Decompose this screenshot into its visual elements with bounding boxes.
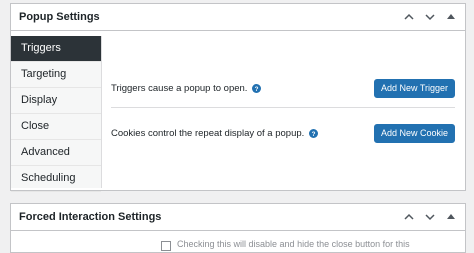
chevron-down-icon[interactable] [424,11,436,23]
tab-close[interactable]: Close [11,114,101,140]
forced-interaction-header[interactable]: Forced Interaction Settings [11,204,465,231]
help-icon[interactable]: ? [309,128,319,138]
popup-settings-header[interactable]: Popup Settings [11,4,465,31]
tab-display[interactable]: Display [11,88,101,114]
add-new-trigger-button[interactable]: Add New Trigger [373,78,455,98]
disable-close-checkbox[interactable] [161,241,171,251]
disable-close-label: Checking this will disable and hide the … [177,239,410,249]
add-new-cookie-button[interactable]: Add New Cookie [373,123,455,143]
tab-targeting[interactable]: Targeting [11,62,101,88]
chevron-down-icon[interactable] [424,211,436,223]
divider [111,107,455,108]
cookies-text: Cookies control the repeat display of a … [111,127,305,139]
tab-content: Triggers cause a popup to open. ? Add Ne… [111,36,465,191]
forced-interaction-panel: Forced Interaction Settings Checking thi… [10,203,466,253]
chevron-up-icon[interactable] [403,11,415,23]
svg-text:?: ? [255,86,259,93]
settings-tabs: Triggers Targeting Display Close Advance… [11,36,102,192]
popup-settings-panel: Popup Settings Triggers Targeting Displa… [10,3,466,192]
tab-advanced[interactable]: Advanced [11,140,101,166]
panel-title: Popup Settings [19,11,100,23]
caret-up-icon[interactable] [445,211,457,223]
triggers-description: Triggers cause a popup to open. ? [111,82,262,94]
chevron-up-icon[interactable] [403,211,415,223]
header-controls [403,11,457,23]
help-icon[interactable]: ? [252,83,262,93]
panel-title: Forced Interaction Settings [19,211,162,223]
header-controls [403,211,457,223]
forced-interaction-body: Checking this will disable and hide the … [11,231,465,253]
cookies-description: Cookies control the repeat display of a … [111,127,319,139]
caret-up-icon[interactable] [445,11,457,23]
tab-triggers[interactable]: Triggers [11,36,101,62]
tab-scheduling[interactable]: Scheduling [11,166,101,192]
popup-settings-body: Triggers Targeting Display Close Advance… [11,31,465,192]
triggers-text: Triggers cause a popup to open. [111,82,248,94]
cookies-row: Cookies control the repeat display of a … [111,120,455,146]
triggers-row: Triggers cause a popup to open. ? Add Ne… [111,75,455,101]
svg-text:?: ? [312,131,316,138]
